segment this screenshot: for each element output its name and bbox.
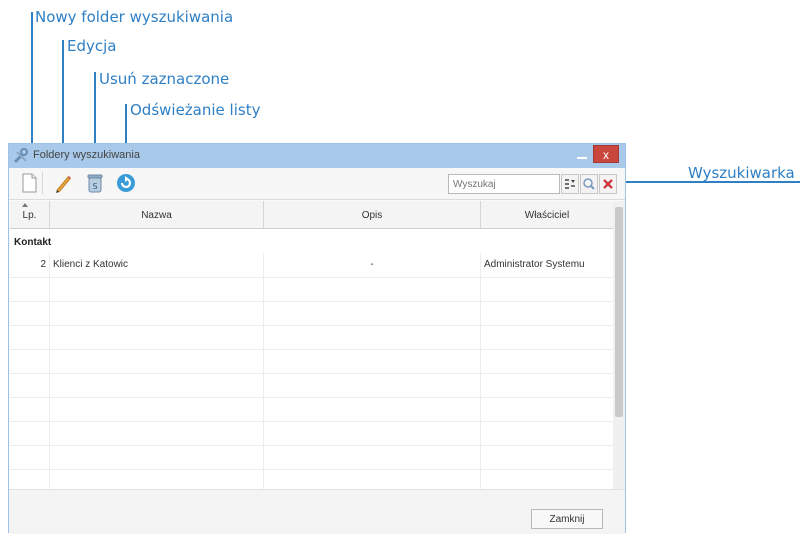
tools-icon: [13, 148, 29, 164]
window-footer: Zamknij: [9, 489, 625, 534]
callout-delete-selected: Usuń zaznaczone: [99, 70, 230, 88]
empty-row: [10, 325, 613, 350]
search-input[interactable]: [448, 174, 560, 194]
sort-ascending-icon: [22, 203, 28, 207]
toolbar-separator: [42, 172, 43, 194]
column-header-opis[interactable]: Opis: [264, 201, 481, 228]
callout-new-folder: Nowy folder wyszukiwania: [35, 8, 234, 26]
refresh-icon[interactable]: [115, 172, 137, 194]
empty-row: [10, 445, 613, 470]
cell-wlasciciel: Administrator Systemu: [484, 259, 585, 270]
column-header-wlasciciel[interactable]: Właściciel: [481, 201, 613, 228]
empty-row: [10, 397, 613, 422]
close-dialog-button[interactable]: Zamknij: [531, 509, 603, 529]
new-document-icon[interactable]: [18, 172, 40, 194]
filter-icon[interactable]: [561, 174, 579, 194]
group-header-kontakt[interactable]: Kontakt: [10, 233, 613, 253]
column-header-lp[interactable]: Lp.: [10, 201, 50, 228]
search-folders-window: Foldery wyszukiwania x S Wyszukaj Lp. Na…: [8, 143, 626, 534]
column-header-nazwa[interactable]: Nazwa: [50, 201, 264, 228]
pencil-icon[interactable]: [52, 172, 74, 194]
magnifier-icon[interactable]: [580, 174, 598, 194]
folders-grid: Lp. Nazwa Opis Właściciel Kontakt 2 Klie…: [10, 201, 613, 489]
table-row[interactable]: 2 Klienci z Katowic - Administrator Syst…: [10, 253, 613, 278]
toolbar: S: [9, 168, 625, 200]
title-bar[interactable]: Foldery wyszukiwania x: [9, 144, 625, 168]
vertical-scrollbar[interactable]: [613, 201, 625, 489]
svg-text:S: S: [92, 182, 97, 191]
scrollbar-thumb[interactable]: [615, 207, 623, 417]
cell-nazwa: Klienci z Katowic: [50, 253, 264, 277]
window-title: Foldery wyszukiwania: [33, 149, 140, 161]
empty-row: [10, 277, 613, 302]
clear-icon[interactable]: [599, 174, 617, 194]
empty-row: [10, 469, 613, 489]
empty-row: [10, 373, 613, 398]
cell-lp: 2: [10, 253, 50, 277]
callout-search-engine: Wyszukiwarka: [688, 164, 795, 182]
empty-row: [10, 349, 613, 374]
callout-edit: Edycja: [67, 37, 117, 55]
cell-opis: -: [264, 253, 481, 277]
window-close-button[interactable]: x: [593, 145, 619, 163]
empty-row: [10, 301, 613, 326]
grid-header: Lp. Nazwa Opis Właściciel: [10, 201, 613, 229]
minimize-button[interactable]: [575, 149, 589, 163]
trash-icon[interactable]: S: [84, 172, 106, 194]
empty-row: [10, 421, 613, 446]
callout-refresh: Odświeżanie listy: [130, 101, 261, 119]
